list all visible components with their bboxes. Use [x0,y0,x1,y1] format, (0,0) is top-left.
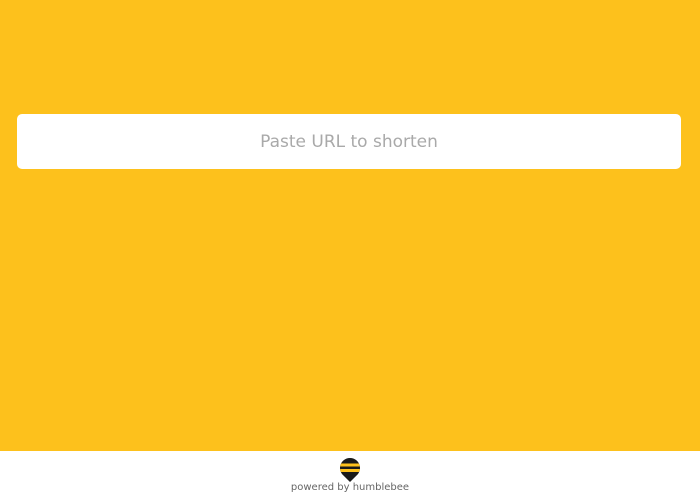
bee-icon[interactable] [338,457,362,483]
app-root: powered by humblebee [0,0,700,500]
powered-by-label[interactable]: powered by humblebee [0,481,700,494]
footer: powered by humblebee [0,451,700,500]
url-input[interactable] [17,114,681,169]
main-panel [0,0,700,451]
